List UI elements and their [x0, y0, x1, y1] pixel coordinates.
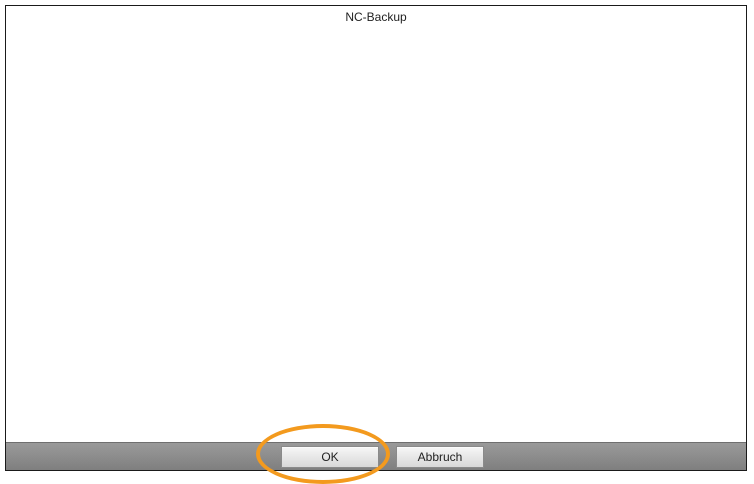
dialog-title: NC-Backup	[345, 10, 407, 24]
dialog-window: NC-Backup OK Abbruch	[5, 5, 747, 471]
cancel-button[interactable]: Abbruch	[396, 446, 484, 468]
dialog-content-area	[6, 28, 746, 442]
dialog-footer-bar: OK Abbruch	[6, 442, 746, 470]
ok-button[interactable]: OK	[281, 446, 379, 468]
